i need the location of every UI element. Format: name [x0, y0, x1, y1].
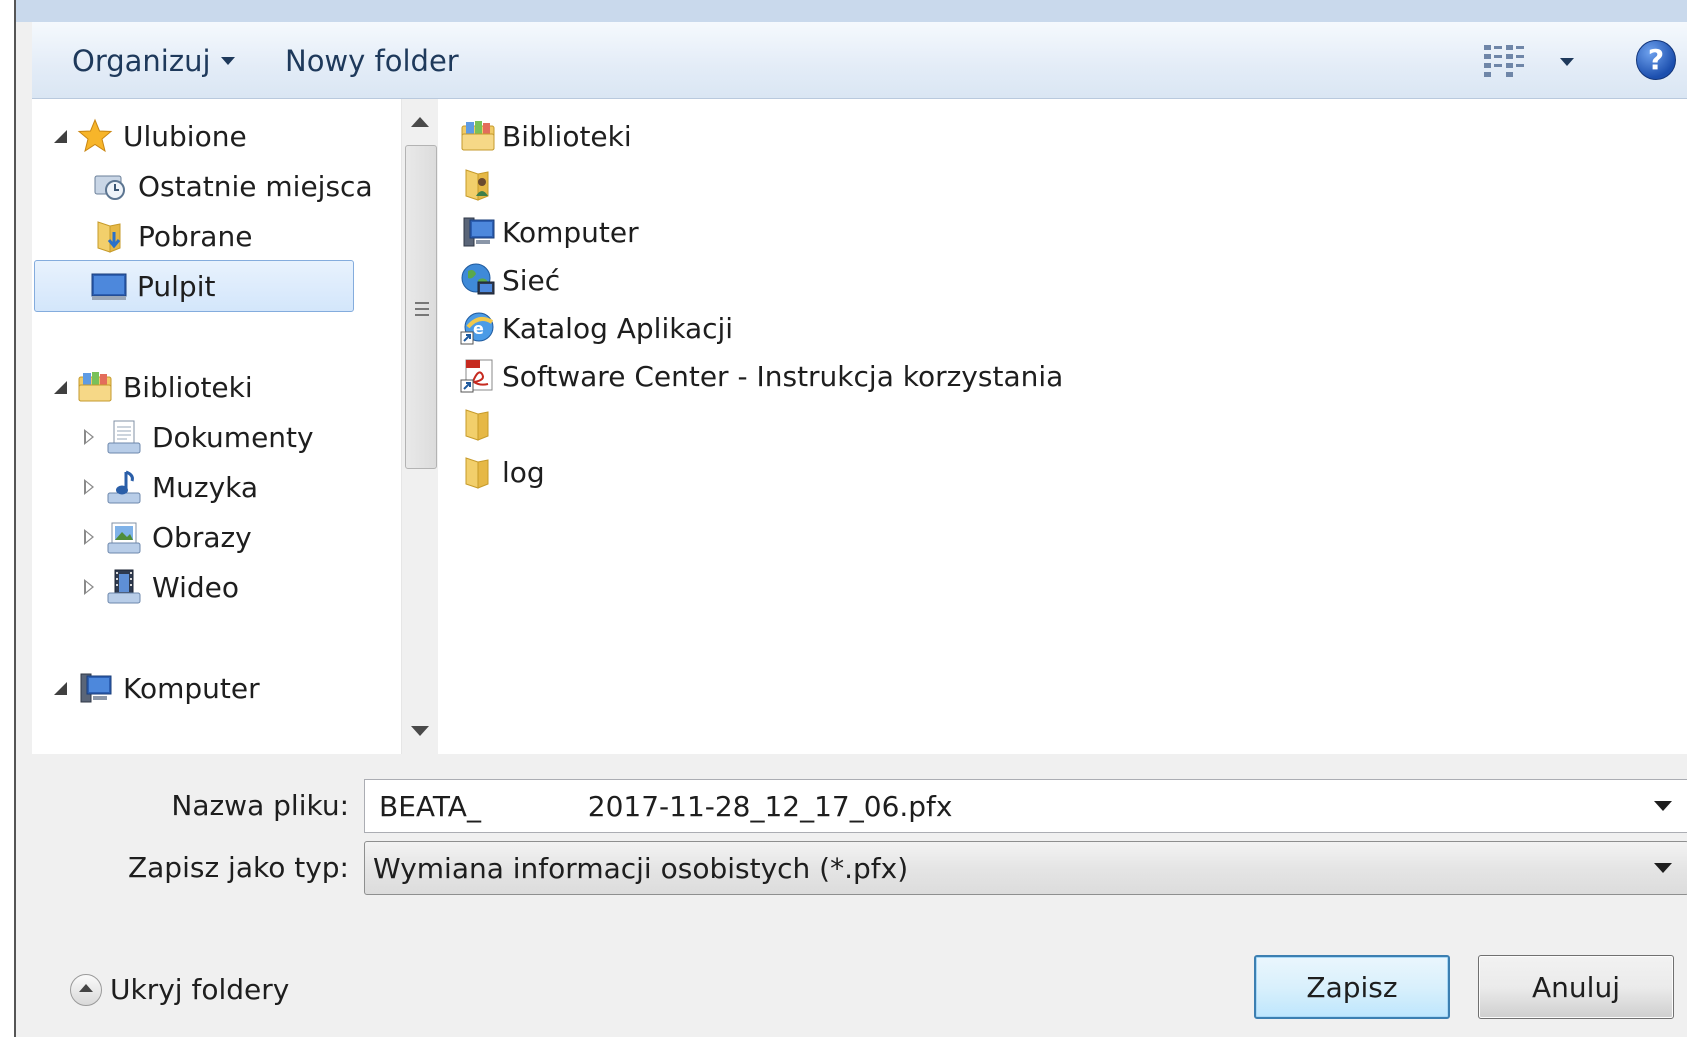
grip-icon	[415, 302, 429, 304]
list-item[interactable]: Sieć	[460, 257, 560, 303]
file-name: Biblioteki	[502, 119, 632, 153]
expanded-arrow-icon[interactable]	[54, 681, 67, 695]
user-folder-icon	[465, 169, 489, 201]
hide-folders-label: Ukryj foldery	[110, 973, 290, 1006]
sidebar-item-documents[interactable]: Dokumenty	[74, 411, 314, 463]
chevron-down-icon[interactable]	[1654, 801, 1672, 811]
nav-label: Ostatnie miejsca	[138, 169, 373, 203]
recent-places-icon	[94, 175, 125, 200]
view-options-icon[interactable]	[1482, 42, 1526, 78]
navigation-scrollbar[interactable]	[401, 99, 438, 754]
expanded-arrow-icon[interactable]	[54, 380, 67, 394]
filename-label: Nazwa pliku:	[171, 789, 349, 822]
file-name: Komputer	[502, 215, 639, 249]
list-item[interactable]: e Katalog Aplikacji	[460, 305, 733, 351]
organize-label: Organizuj	[72, 44, 211, 78]
file-list: Biblioteki Komputer Sieć e Katalog Aplik…	[438, 99, 1687, 754]
file-name: Software Center - Instrukcja korzystania	[502, 359, 1064, 393]
scroll-down-arrow-icon[interactable]	[411, 726, 429, 736]
nav-label: Dokumenty	[152, 420, 314, 454]
music-icon	[107, 470, 141, 504]
nav-group-libraries[interactable]: Biblioteki	[54, 361, 253, 413]
sidebar-item-video[interactable]: Wideo	[74, 561, 239, 613]
navigation-pane: Ulubione Ostatnie miejsca Pobrane Pulpit…	[32, 99, 438, 754]
downloads-folder-icon	[97, 221, 121, 253]
filetype-value: Wymiana informacji osobistych (*.pfx)	[373, 851, 909, 885]
sidebar-item-downloads[interactable]: Pobrane	[92, 210, 252, 262]
file-name: Sieć	[502, 263, 561, 297]
nav-group-computer[interactable]: Komputer	[54, 662, 260, 714]
nav-label: Pobrane	[138, 219, 253, 253]
sidebar-item-desktop[interactable]: Pulpit	[34, 260, 354, 312]
cancel-button[interactable]: Anuluj	[1478, 955, 1674, 1019]
list-item[interactable]	[460, 161, 758, 207]
list-item[interactable]: Software Center - Instrukcja korzystania	[460, 353, 1063, 399]
nav-label: Obrazy	[152, 520, 252, 554]
folder-icon	[465, 457, 489, 489]
sidebar-item-pictures[interactable]: Obrazy	[74, 511, 252, 563]
nav-group-favorites[interactable]: Ulubione	[54, 110, 247, 162]
organize-menu-button[interactable]: Organizuj	[72, 44, 235, 78]
save-form: Nazwa pliku: Zapisz jako typ: Wymiana in…	[32, 755, 1687, 1037]
collapse-up-icon	[70, 973, 102, 1006]
folder-icon	[465, 409, 489, 441]
network-icon	[461, 263, 495, 295]
new-folder-button[interactable]: Nowy folder	[285, 44, 459, 78]
list-item[interactable]	[460, 401, 718, 447]
scroll-thumb[interactable]	[405, 145, 437, 469]
title-strip	[16, 0, 1687, 22]
file-name: log	[502, 455, 545, 489]
scroll-up-arrow-icon[interactable]	[411, 117, 429, 127]
computer-icon	[463, 217, 495, 247]
libraries-icon	[78, 372, 112, 402]
filename-combobox[interactable]	[364, 779, 1687, 833]
app-catalog-shortcut-icon: e	[460, 312, 494, 345]
chevron-down-icon[interactable]	[1654, 863, 1672, 873]
documents-icon	[107, 420, 141, 454]
desktop-icon	[91, 273, 127, 300]
expanded-arrow-icon[interactable]	[54, 129, 67, 143]
new-folder-label: Nowy folder	[285, 44, 459, 78]
collapsed-arrow-icon[interactable]	[84, 529, 94, 545]
collapsed-arrow-icon[interactable]	[84, 579, 94, 595]
pictures-icon	[107, 522, 141, 554]
collapsed-arrow-icon[interactable]	[84, 429, 94, 445]
sidebar-item-recent-places[interactable]: Ostatnie miejsca	[92, 160, 373, 212]
libraries-icon	[461, 121, 495, 151]
list-item[interactable]: Komputer	[460, 209, 639, 255]
hide-folders-button[interactable]: Ukryj foldery	[70, 973, 289, 1006]
redacted-name	[502, 409, 718, 439]
nav-label: Ulubione	[123, 119, 247, 153]
pdf-shortcut-icon	[460, 359, 493, 393]
help-icon[interactable]: ?	[1636, 40, 1676, 80]
filename-input[interactable]	[377, 788, 1581, 824]
list-item[interactable]: log	[460, 449, 545, 495]
sidebar-item-music[interactable]: Muzyka	[74, 461, 258, 513]
star-icon	[77, 118, 113, 153]
nav-label: Muzyka	[152, 470, 259, 504]
video-icon	[107, 569, 141, 604]
nav-label: Wideo	[152, 570, 239, 604]
filetype-select[interactable]: Wymiana informacji osobistych (*.pfx)	[364, 841, 1687, 895]
nav-label: Biblioteki	[123, 370, 253, 404]
nav-label: Komputer	[123, 671, 260, 705]
filetype-label: Zapisz jako typ:	[127, 851, 349, 884]
nav-label: Pulpit	[137, 269, 216, 303]
toolbar: Organizuj Nowy folder ?	[32, 22, 1687, 99]
chevron-down-icon	[220, 57, 235, 65]
list-item[interactable]: Biblioteki	[460, 113, 632, 159]
file-name: Katalog Aplikacji	[502, 311, 734, 345]
view-options-dropdown-icon[interactable]	[1560, 58, 1574, 66]
computer-icon	[80, 673, 112, 703]
collapsed-arrow-icon[interactable]	[84, 479, 94, 495]
save-button[interactable]: Zapisz	[1254, 955, 1450, 1019]
redacted-name	[502, 169, 758, 199]
svg-text:e: e	[473, 319, 484, 338]
save-dialog: Organizuj Nowy folder ? Ulubione Ostatni…	[14, 0, 1687, 1037]
